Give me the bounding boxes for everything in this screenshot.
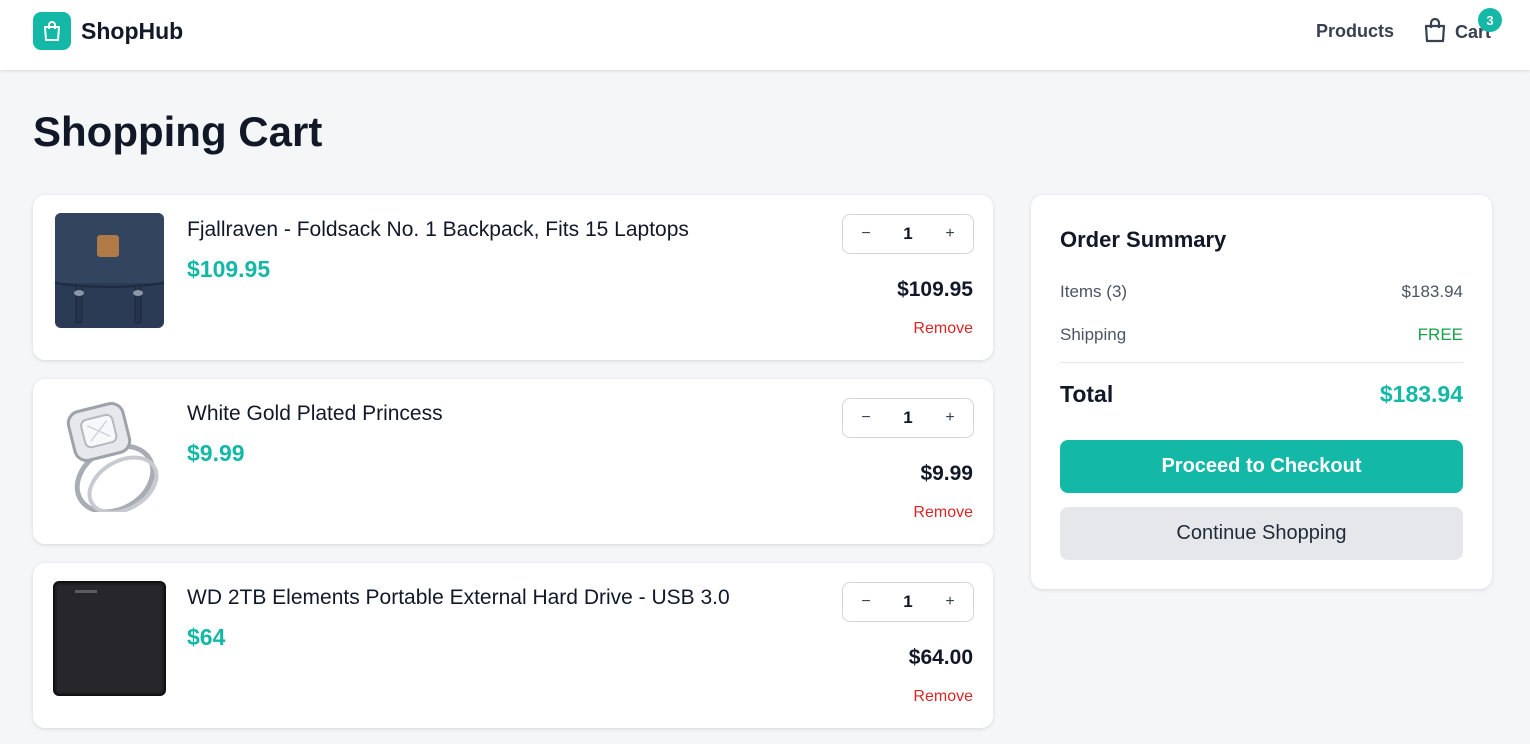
brand[interactable]: ShopHub [33, 12, 183, 50]
decrement-button[interactable]: − [859, 409, 873, 427]
summary-shipping-row: Shipping FREE [1060, 325, 1463, 345]
remove-button[interactable]: Remove [913, 688, 973, 706]
summary-total-row: Total $183.94 [1060, 381, 1463, 408]
quantity-value: 1 [903, 592, 913, 611]
order-summary-panel: Order Summary Items (3) $183.94 Shipping… [1031, 195, 1492, 589]
line-total: $109.95 [897, 278, 973, 301]
cart-item: White Gold Plated Princess $9.99 − 1 + $… [33, 379, 993, 544]
unit-price: $64 [187, 624, 226, 650]
remove-button[interactable]: Remove [913, 320, 973, 338]
product-name[interactable]: Fjallraven - Foldsack No. 1 Backpack, Fi… [187, 218, 689, 242]
decrement-button[interactable]: − [859, 593, 873, 611]
increment-button[interactable]: + [943, 409, 957, 427]
cart-item: WD 2TB Elements Portable External Hard D… [33, 563, 993, 728]
unit-price: $109.95 [187, 256, 271, 282]
summary-divider [1060, 362, 1463, 363]
line-total: $64.00 [908, 646, 973, 669]
decrement-button[interactable]: − [859, 225, 873, 243]
page-title: Shopping Cart [33, 108, 323, 155]
summary-items-row: Items (3) $183.94 [1060, 282, 1463, 302]
cart-count-badge: 3 [1478, 8, 1502, 32]
quantity-stepper: − 1 + [842, 398, 974, 438]
increment-button[interactable]: + [943, 593, 957, 611]
brand-name: ShopHub [81, 17, 184, 44]
shopping-bag-outline-icon [1423, 17, 1447, 48]
product-name[interactable]: White Gold Plated Princess [187, 402, 443, 426]
shipping-label: Shipping [1060, 325, 1127, 344]
quantity-value: 1 [903, 408, 913, 427]
continue-shopping-button[interactable]: Continue Shopping [1060, 507, 1463, 560]
quantity-value: 1 [903, 224, 913, 243]
total-value: $183.94 [1379, 381, 1463, 407]
increment-button[interactable]: + [943, 225, 957, 243]
proceed-to-checkout-button[interactable]: Proceed to Checkout [1060, 440, 1463, 493]
remove-button[interactable]: Remove [913, 504, 973, 522]
items-label: Items (3) [1060, 282, 1128, 301]
line-total: $9.99 [920, 462, 973, 485]
top-navbar: ShopHub Products Cart 3 [0, 0, 1530, 70]
quantity-stepper: − 1 + [842, 214, 974, 254]
cart-item: Fjallraven - Foldsack No. 1 Backpack, Fi… [33, 195, 993, 360]
order-summary-title: Order Summary [1060, 227, 1227, 252]
shopping-bag-icon [33, 12, 71, 50]
unit-price: $9.99 [187, 440, 245, 466]
product-image-hard-drive [53, 581, 166, 696]
items-value: $183.94 [1401, 282, 1463, 301]
shipping-value: FREE [1417, 325, 1463, 344]
total-label: Total [1060, 381, 1114, 407]
product-image-ring [53, 397, 166, 515]
nav-products-link[interactable]: Products [1316, 21, 1394, 42]
product-name[interactable]: WD 2TB Elements Portable External Hard D… [187, 586, 730, 610]
quantity-stepper: − 1 + [842, 582, 974, 622]
product-image-backpack [53, 213, 166, 328]
